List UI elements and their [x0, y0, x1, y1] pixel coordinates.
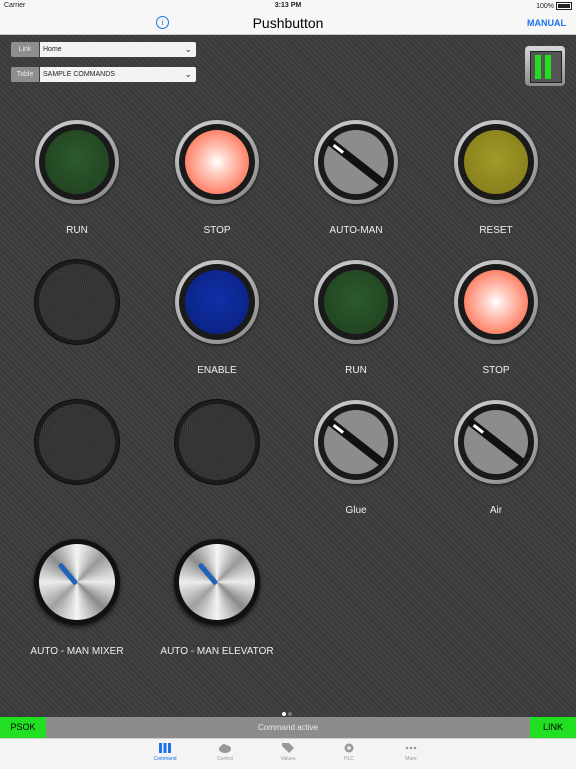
table-selector[interactable]: Table SAMPLE COMMANDS ⌄: [11, 67, 196, 82]
tab-bar: Command Control Values PLC More: [0, 738, 576, 769]
gear-icon: [344, 743, 354, 753]
tab-label: PLC: [344, 756, 354, 762]
run-button[interactable]: [35, 120, 119, 204]
empty-slot: [35, 260, 119, 344]
link-indicator[interactable]: LINK: [530, 717, 576, 738]
table-select-value: SAMPLE COMMANDS: [43, 71, 115, 78]
enable-label: ENABLE: [197, 365, 237, 376]
stop-lamp: [185, 130, 249, 194]
command-icon: [159, 743, 171, 753]
mixer-label: AUTO - MAN MIXER: [30, 646, 124, 657]
mixer-knob[interactable]: [34, 539, 120, 625]
knob-icon: [179, 544, 255, 620]
run-label-2: RUN: [345, 365, 367, 376]
run-lamp: [324, 270, 388, 334]
reset-lamp: [464, 130, 528, 194]
run-button-2[interactable]: [314, 260, 398, 344]
auto-man-label: AUTO-MAN: [329, 225, 383, 236]
pushbutton-panel: Link Home ⌄ Table SAMPLE COMMANDS ⌄ RUN …: [0, 35, 576, 717]
link-selector[interactable]: Link Home ⌄: [11, 42, 196, 57]
tab-more[interactable]: More: [389, 742, 433, 762]
tag-icon: [282, 743, 294, 753]
battery-percent: 100%: [536, 2, 554, 10]
more-icon: [405, 746, 417, 750]
enable-lamp: [185, 270, 249, 334]
chevron-down-icon: ⌄: [184, 44, 192, 54]
table-select-field[interactable]: SAMPLE COMMANDS ⌄: [40, 67, 196, 82]
cloud-icon: [219, 744, 231, 753]
tab-plc[interactable]: PLC: [327, 742, 371, 762]
battery-indicator: 100%: [536, 2, 572, 10]
glue-label: Glue: [345, 505, 367, 516]
chevron-down-icon: ⌄: [184, 69, 192, 79]
battery-icon: [556, 2, 572, 10]
air-selector[interactable]: [454, 400, 538, 484]
empty-slot: [175, 400, 259, 484]
reset-label: RESET: [479, 225, 513, 236]
glue-selector[interactable]: [314, 400, 398, 484]
selector-switch-icon: [324, 130, 388, 194]
tab-label: Values: [280, 756, 296, 762]
tab-label: Control: [216, 756, 234, 762]
stop-button-2[interactable]: [454, 260, 538, 344]
stop-lamp: [464, 270, 528, 334]
run-lamp: [45, 130, 109, 194]
page-dot-active[interactable]: [282, 712, 286, 716]
tab-label: Command: [153, 756, 177, 762]
selector-switch-icon: [464, 410, 528, 474]
page-title: Pushbutton: [252, 15, 324, 31]
empty-slot: [35, 400, 119, 484]
enable-button[interactable]: [175, 260, 259, 344]
tab-values[interactable]: Values: [266, 742, 310, 762]
knob-icon: [39, 544, 115, 620]
tab-control[interactable]: Control: [203, 742, 247, 762]
link-selector-label: Link: [11, 42, 39, 57]
run-label: RUN: [66, 225, 88, 236]
stop-label: STOP: [203, 225, 231, 236]
table-selector-label: Table: [11, 67, 39, 82]
auto-man-selector[interactable]: [314, 120, 398, 204]
navigation-bar: i Pushbutton MANUAL: [0, 12, 576, 35]
air-label: Air: [489, 505, 503, 516]
stop-button[interactable]: [175, 120, 259, 204]
status-indicator-icon: [525, 46, 565, 86]
elevator-label: AUTO - MAN ELEVATOR: [160, 646, 274, 657]
command-bar: PSOK Command active LINK: [0, 717, 576, 738]
elevator-knob[interactable]: [174, 539, 260, 625]
tab-command[interactable]: Command: [143, 742, 187, 762]
command-status: Command active: [257, 723, 319, 732]
stop-label-2: STOP: [482, 365, 510, 376]
manual-button[interactable]: MANUAL: [527, 18, 566, 28]
status-bar: Carrier 3:13 PM 100%: [0, 0, 576, 12]
page-dot[interactable]: [288, 712, 292, 716]
selector-switch-icon: [324, 410, 388, 474]
clock: 3:13 PM: [274, 2, 302, 9]
tab-label: More: [405, 756, 417, 762]
link-select-field[interactable]: Home ⌄: [40, 42, 196, 57]
link-select-value: Home: [43, 46, 62, 53]
reset-button[interactable]: [454, 120, 538, 204]
